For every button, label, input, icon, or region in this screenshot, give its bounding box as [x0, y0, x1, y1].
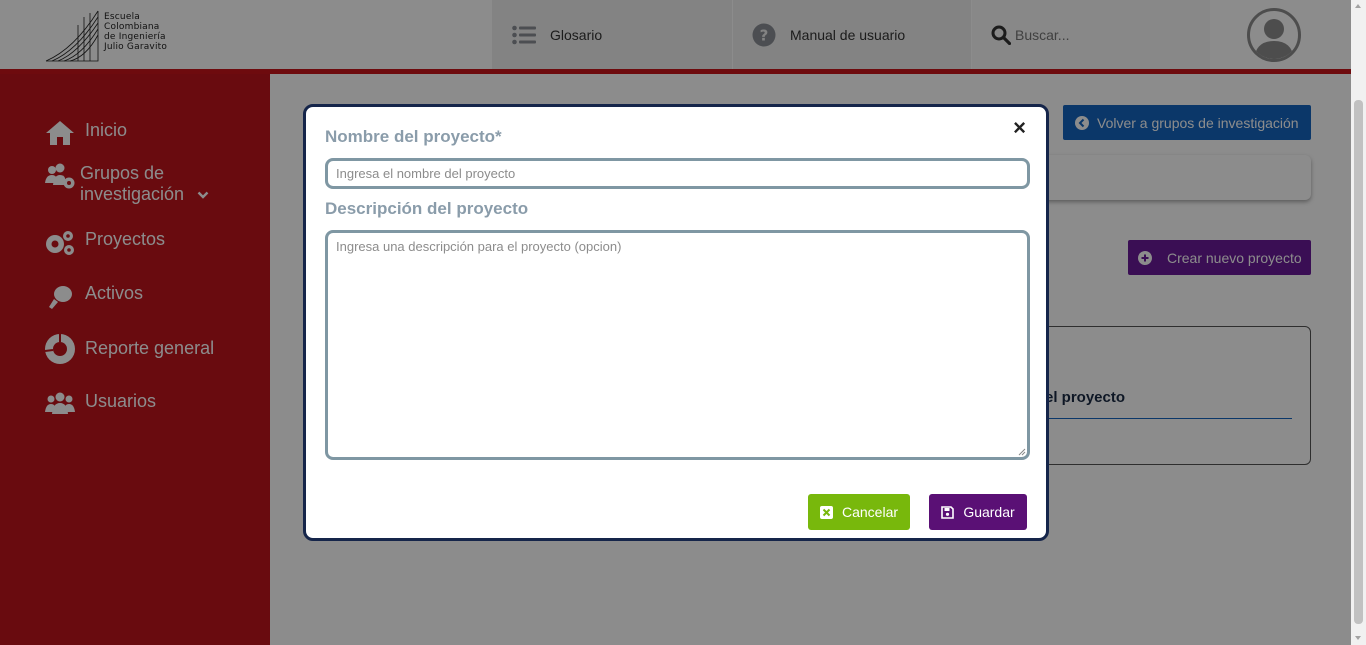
close-square-icon: [819, 505, 833, 519]
project-description-label: Descripción del proyecto: [325, 199, 529, 218]
new-project-modal: × Nombre del proyecto* Descripción del p…: [303, 104, 1049, 541]
scroll-down-arrow-icon[interactable]: [1355, 636, 1361, 640]
project-description-textarea[interactable]: [325, 230, 1030, 460]
resize-handle-icon[interactable]: [1016, 446, 1026, 456]
scrollbar-thumb[interactable]: [1354, 100, 1363, 624]
save-button[interactable]: Guardar: [929, 494, 1027, 530]
cancel-button[interactable]: Cancelar: [808, 494, 910, 530]
project-name-input[interactable]: [325, 158, 1030, 189]
close-icon[interactable]: ×: [1013, 117, 1026, 139]
page-scrollbar[interactable]: [1351, 0, 1366, 645]
project-name-label: Nombre del proyecto*: [325, 127, 502, 146]
cancel-button-label: Cancelar: [841, 504, 899, 520]
scroll-up-arrow-icon[interactable]: [1355, 4, 1361, 8]
floppy-disk-icon: [941, 505, 955, 519]
save-button-label: Guardar: [963, 504, 1015, 520]
